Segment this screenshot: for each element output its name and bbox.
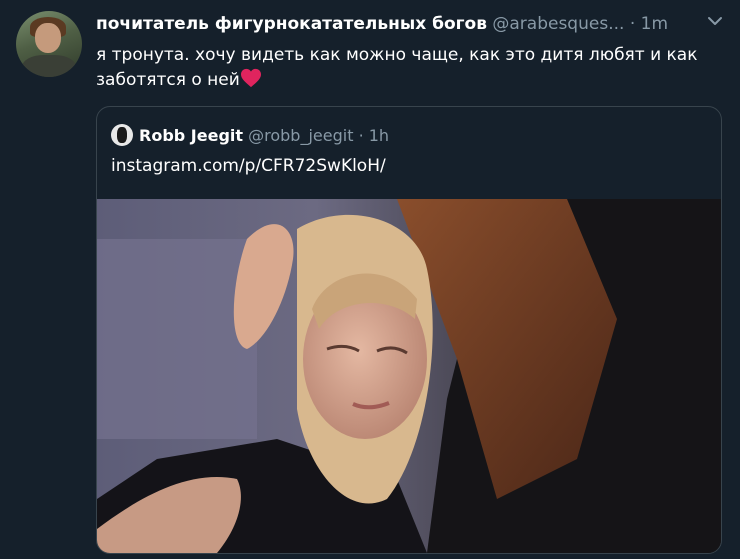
quoted-timestamp: 1h <box>368 126 390 145</box>
user-handle[interactable]: @arabesques... <box>492 14 624 34</box>
quoted-avatar-figure <box>117 127 127 143</box>
quoted-tweet-text: instagram.com/p/CFR72SwKloH/ <box>111 156 386 176</box>
tweet-text: я тронута. хочу видеть как можно чаще, к… <box>96 43 726 93</box>
tweet-header: почитатель фигурнокатательных богов @ara… <box>96 12 696 36</box>
quoted-tweet-header: Robb Jeegit @robb_jeegit · 1h <box>111 124 389 146</box>
display-name[interactable]: почитатель фигурнокатательных богов <box>96 14 487 34</box>
quoted-tweet[interactable]: Robb Jeegit @robb_jeegit · 1h instagram.… <box>96 106 722 554</box>
quoted-avatar <box>111 124 133 146</box>
chevron-down-icon[interactable] <box>706 12 724 30</box>
red-heart-icon <box>240 68 261 88</box>
quoted-display-name: Robb Jeegit <box>139 126 244 145</box>
quoted-user-handle: @robb_jeegit <box>248 126 354 145</box>
quoted-separator-dot: · <box>358 126 364 145</box>
avatar-face <box>35 23 61 53</box>
tweet-body: я тронута. хочу видеть как можно чаще, к… <box>96 45 698 90</box>
timestamp[interactable]: 1m <box>641 14 668 34</box>
avatar-shirt <box>22 55 76 77</box>
avatar[interactable] <box>16 11 82 77</box>
media-photo[interactable] <box>97 199 721 553</box>
separator-dot: · <box>629 14 636 34</box>
tweet[interactable]: почитатель фигурнокатательных богов @ara… <box>0 0 740 559</box>
